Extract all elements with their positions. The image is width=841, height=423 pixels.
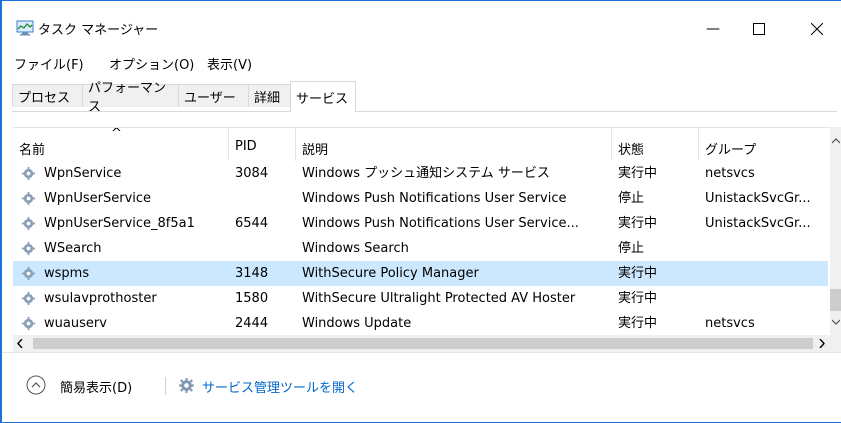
cell-status: 実行中 (618, 166, 658, 181)
gear-icon (21, 316, 36, 331)
gear-icon (21, 166, 36, 181)
cell-pid: 3148 (235, 266, 269, 281)
task-manager-window: タスク マネージャー — ファイル(F) オプション(O) 表示(V) プロセス… (0, 0, 841, 423)
vertical-scrollbar[interactable] (830, 127, 841, 335)
scroll-right-icon[interactable] (819, 339, 825, 348)
table-row[interactable]: wspms 3148 WithSecure Policy Manager 実行中 (13, 261, 828, 286)
cell-name: WpnService (44, 166, 122, 181)
horizontal-scroll-thumb[interactable] (33, 338, 813, 349)
cell-desc: Windows Search (302, 241, 409, 256)
cell-group: netsvcs (705, 316, 755, 331)
tab-bar: プロセス パフォーマンス ユーザー 詳細 サービス (2, 81, 841, 115)
tab-details[interactable]: 詳細 (248, 84, 291, 107)
cell-group: UnistackSvcGr... (705, 191, 811, 206)
table-row[interactable]: wsulavprothoster 1580 WithSecure Ultraligh… (13, 286, 828, 311)
close-icon (811, 23, 823, 35)
tab-processes[interactable]: プロセス (12, 84, 83, 107)
column-header-pid[interactable]: PID (229, 128, 296, 161)
cell-name: wspms (44, 266, 90, 281)
sort-up-icon: ^ (111, 127, 122, 141)
gear-icon (179, 378, 194, 393)
services-table: ^ 名前 PID 説明 状態 グループ WpnService 3084 Window… (13, 127, 830, 336)
cell-pid: 2444 (235, 316, 269, 331)
maximize-button[interactable] (736, 9, 782, 49)
footer: 簡易表示(D) サービス管理ツールを開く (2, 352, 841, 423)
menu-bar: ファイル(F) オプション(O) 表示(V) (2, 51, 841, 75)
column-header-description[interactable]: 説明 (296, 128, 612, 161)
cell-desc: Windows プッシュ通知システム サービス (302, 166, 550, 181)
menu-options[interactable]: オプション(O) (109, 54, 194, 73)
window-title: タスク マネージャー (38, 23, 159, 38)
open-services-link[interactable]: サービス管理ツールを開く (202, 377, 358, 396)
cell-status: 実行中 (618, 216, 658, 231)
cell-desc: Windows Push Notifications User Service.… (302, 216, 579, 231)
cell-name: wsulavprothoster (44, 291, 157, 306)
cell-group (705, 286, 827, 311)
tab-divider (12, 111, 837, 112)
cell-status: 実行中 (618, 291, 658, 306)
table-row[interactable]: WpnUserService_8f5a1 6544 Windows Push Not… (13, 211, 828, 236)
cell-name: wuauserv (44, 316, 107, 331)
minimize-button[interactable]: — (690, 9, 736, 49)
cell-status: 実行中 (618, 266, 658, 281)
cell-desc: WithSecure Policy Manager (302, 266, 479, 281)
table-row[interactable]: WpnUserService Windows Push Notifications… (13, 186, 828, 211)
cell-pid (235, 186, 295, 211)
tab-services[interactable]: サービス (290, 81, 356, 112)
scroll-left-icon[interactable] (17, 339, 23, 348)
column-header-status[interactable]: 状態 (612, 128, 699, 161)
table-header: ^ 名前 PID 説明 状態 グループ (13, 128, 830, 161)
cell-group (705, 236, 827, 261)
cell-name: WSearch (44, 241, 102, 256)
scroll-up-icon[interactable] (832, 138, 840, 144)
task-manager-icon (16, 20, 34, 36)
column-header-name[interactable]: ^ 名前 (13, 128, 229, 161)
cell-desc: WithSecure Ultralight Protected AV Hoste… (302, 291, 576, 306)
minimize-icon: — (706, 21, 720, 37)
gear-icon (21, 191, 36, 206)
cell-desc: Windows Push Notifications User Service (302, 191, 567, 206)
chevron-up-circle-icon[interactable] (26, 375, 46, 395)
title-bar: タスク マネージャー — (2, 1, 841, 49)
menu-file[interactable]: ファイル(F) (14, 54, 84, 73)
fewer-details-button[interactable]: 簡易表示(D) (60, 377, 132, 396)
tab-users[interactable]: ユーザー (178, 84, 249, 107)
scroll-down-icon[interactable] (832, 319, 840, 325)
maximize-icon (753, 23, 765, 35)
cell-status: 実行中 (618, 316, 658, 331)
footer-separator (165, 377, 166, 395)
cell-group (705, 261, 827, 286)
cell-status: 停止 (618, 191, 645, 206)
gear-icon (21, 216, 36, 231)
cell-name: WpnUserService (44, 191, 152, 206)
cell-desc: Windows Update (302, 316, 412, 331)
cell-pid (235, 236, 295, 261)
cell-status: 停止 (618, 241, 645, 256)
gear-icon (21, 266, 36, 281)
tab-performance[interactable]: パフォーマンス (82, 81, 179, 115)
cell-pid: 3084 (235, 166, 269, 181)
gear-icon (21, 291, 36, 306)
cell-group: UnistackSvcGr... (705, 216, 811, 231)
table-row[interactable]: wuauserv 2444 Windows Update 実行中 netsvcs (13, 311, 828, 336)
cell-pid: 6544 (235, 216, 269, 231)
cell-pid: 1580 (235, 291, 269, 306)
column-header-group[interactable]: グループ (699, 128, 829, 161)
cell-name: WpnUserService_8f5a1 (44, 216, 195, 231)
menu-view[interactable]: 表示(V) (207, 54, 252, 73)
vertical-scroll-thumb[interactable] (830, 289, 841, 311)
table-row[interactable]: WSearch Windows Search 停止 (13, 236, 828, 261)
table-row[interactable]: WpnService 3084 Windows プッシュ通知システム サービス 実行中… (13, 161, 828, 186)
gear-icon (21, 241, 36, 256)
horizontal-scrollbar[interactable] (13, 335, 841, 352)
cell-group: netsvcs (705, 166, 755, 181)
close-button[interactable] (794, 9, 840, 49)
